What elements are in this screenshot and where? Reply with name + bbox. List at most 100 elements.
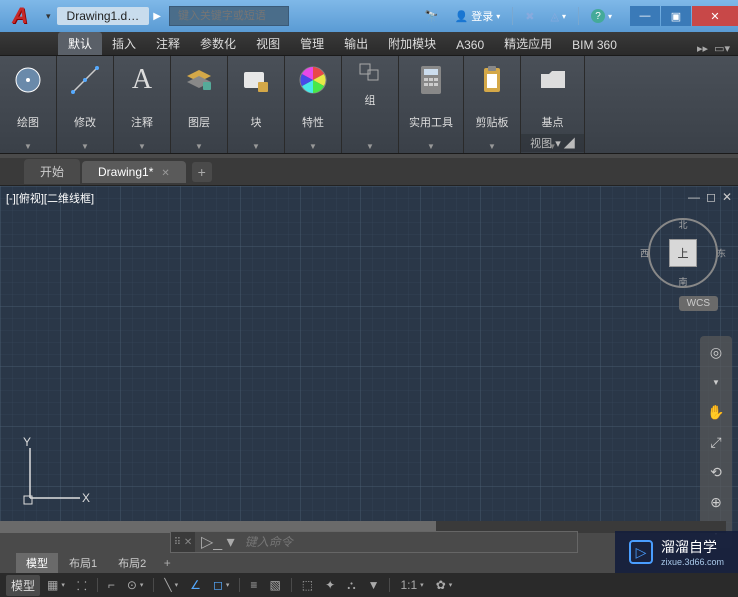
viewport-maximize-icon[interactable]: ◻	[706, 190, 716, 204]
otrack-toggle[interactable]: ◻▾	[208, 576, 234, 594]
doc-tab-drawing[interactable]: Drawing1*✕	[82, 161, 186, 183]
showmotion-icon[interactable]: ⊕	[706, 492, 726, 512]
ribbon-tabs: 默认 插入 注释 参数化 视图 管理 输出 附加模块 A360 精选应用 BIM…	[0, 32, 738, 56]
viewport-minimize-icon[interactable]: —	[688, 190, 700, 204]
help-button[interactable]: ?▾	[583, 0, 620, 32]
chevron-down-icon[interactable]: ▼	[195, 142, 203, 151]
zoom-extents-icon[interactable]: ⤢	[706, 432, 726, 452]
block-icon	[238, 62, 274, 98]
tab-manage[interactable]: 管理	[290, 32, 334, 55]
qat-dropdown[interactable]: ▾	[40, 11, 57, 22]
cmd-prompt-icon[interactable]: ▷_ ▾	[195, 532, 241, 552]
snap-toggle[interactable]: ⸬	[72, 575, 92, 596]
snap-icon: ⸬	[77, 577, 87, 594]
layout-tab-2[interactable]: 布局2	[108, 553, 156, 573]
annotation-scale[interactable]: 1:1▾	[395, 576, 428, 594]
doc-tab-start[interactable]: 开始	[24, 159, 80, 184]
pan-icon[interactable]: ✋	[706, 402, 726, 422]
exchange-button[interactable]: ✖	[517, 0, 542, 32]
cycling-toggle[interactable]: ⬚	[297, 576, 318, 594]
filter-toggle[interactable]: ▼	[363, 576, 385, 594]
chevron-down-icon[interactable]: ▼	[706, 372, 726, 392]
login-button[interactable]: 👤登录▾	[447, 0, 509, 32]
chevron-down-icon[interactable]: ▼	[427, 142, 435, 151]
layout-tab-model[interactable]: 模型	[16, 553, 58, 573]
close-icon[interactable]: ✕	[161, 168, 169, 179]
ortho-toggle[interactable]: ⌐	[103, 576, 120, 594]
color-wheel-icon	[295, 62, 331, 98]
panel-utils[interactable]: 实用工具 ▼	[399, 56, 464, 153]
drawing-canvas[interactable]: [-][俯视][二维线框] — ◻ ✕ 北 南 东 西 上 WCS ◎ ▼ ✋ …	[0, 186, 738, 533]
chevron-down-icon[interactable]: ▼	[81, 142, 89, 151]
a360-button[interactable]: ◬▾	[543, 0, 574, 32]
modify-icon	[67, 62, 103, 98]
ortho-icon: ⌐	[108, 578, 115, 592]
isodraft-icon: ╲	[164, 578, 171, 592]
panel-modify[interactable]: 修改 ▼	[57, 56, 114, 153]
tab-featured[interactable]: 精选应用	[494, 32, 562, 55]
chevron-down-icon[interactable]: ▼	[488, 142, 496, 151]
ribbon-panel-icon[interactable]: ▭▾	[714, 42, 730, 55]
status-model-button[interactable]: 模型	[6, 575, 40, 596]
panel-base[interactable]: 基点 ▼ 视图 ▾ ◢	[521, 56, 585, 153]
viewport-label[interactable]: [-][俯视][二维线框]	[6, 190, 94, 206]
tab-view[interactable]: 视图	[246, 32, 290, 55]
full-nav-wheel-icon[interactable]: ◎	[706, 342, 726, 362]
document-title[interactable]: Drawing1.d…	[57, 7, 150, 25]
chevron-down-icon[interactable]: ▼	[309, 142, 317, 151]
ribbon-more-icon[interactable]: ▸▸	[697, 42, 708, 55]
tab-addons[interactable]: 附加模块	[378, 32, 446, 55]
tab-insert[interactable]: 插入	[102, 32, 146, 55]
tab-annotate[interactable]: 注释	[146, 32, 190, 55]
chevron-down-icon[interactable]: ▼	[252, 142, 260, 151]
panel-block[interactable]: 块 ▼	[228, 56, 285, 153]
osnap-toggle[interactable]: ∠	[185, 576, 206, 594]
add-layout-button[interactable]: +	[159, 555, 175, 571]
text-icon: A	[124, 62, 160, 98]
isodraft-toggle[interactable]: ╲▾	[159, 576, 183, 594]
panel-layer[interactable]: 图层 ▼	[171, 56, 228, 153]
wcs-badge[interactable]: WCS	[679, 296, 718, 311]
group-icon	[352, 62, 388, 82]
command-line: ⠿ ✕ ▷_ ▾	[170, 531, 578, 553]
app-logo[interactable]: A	[0, 0, 40, 32]
transparency-toggle[interactable]: ▧	[264, 576, 285, 594]
search-button[interactable]: 🔭	[417, 0, 447, 32]
viewcube[interactable]: 北 南 东 西 上	[648, 218, 718, 288]
tab-output[interactable]: 输出	[334, 32, 378, 55]
transparency-icon: ▧	[269, 578, 280, 592]
command-input[interactable]	[241, 535, 577, 549]
viewport-close-icon[interactable]: ✕	[722, 190, 732, 204]
chevron-down-icon[interactable]: ▼	[366, 142, 374, 151]
add-tab-button[interactable]: +	[192, 162, 212, 182]
help-icon: ?	[591, 9, 605, 23]
tab-bim360[interactable]: BIM 360	[562, 35, 627, 55]
panel-clipboard[interactable]: 剪贴板 ▼	[464, 56, 521, 153]
layout-tab-1[interactable]: 布局1	[59, 553, 107, 573]
dynamic-ucs-toggle[interactable]: ⛬	[342, 576, 360, 595]
orbit-icon[interactable]: ⟲	[706, 462, 726, 482]
chevron-down-icon[interactable]: ▼	[138, 142, 146, 151]
watermark: ▷ 溜溜自学 zixue.3d66.com	[615, 531, 738, 573]
tab-a360[interactable]: A360	[446, 35, 494, 55]
tab-parametric[interactable]: 参数化	[190, 32, 246, 55]
ucs-icon: Y X	[20, 438, 90, 513]
chevron-down-icon[interactable]: ▼	[24, 142, 32, 151]
panel-properties[interactable]: 特性 ▼	[285, 56, 342, 153]
otrack-icon: ◻	[213, 578, 223, 592]
tab-default[interactable]: 默认	[58, 32, 102, 55]
panel-group[interactable]: 组 ▼	[342, 56, 399, 153]
maximize-button[interactable]: ▣	[661, 6, 691, 26]
workspace-toggle[interactable]: ✿▾	[431, 576, 458, 594]
search-input[interactable]	[169, 6, 289, 26]
panel-draw[interactable]: 绘图 ▼	[0, 56, 57, 153]
svg-text:Y: Y	[23, 435, 31, 449]
lineweight-toggle[interactable]: ≡	[245, 576, 262, 594]
minimize-button[interactable]: —	[630, 6, 660, 26]
polar-toggle[interactable]: ⊙▾	[122, 576, 149, 594]
panel-annotate[interactable]: A 注释 ▼	[114, 56, 171, 153]
cmd-grip-icon[interactable]: ⠿ ✕	[171, 532, 195, 552]
grid-toggle[interactable]: ▦▾	[42, 576, 70, 594]
3dosnap-toggle[interactable]: ✦	[320, 576, 340, 594]
close-button[interactable]: ✕	[692, 6, 738, 26]
